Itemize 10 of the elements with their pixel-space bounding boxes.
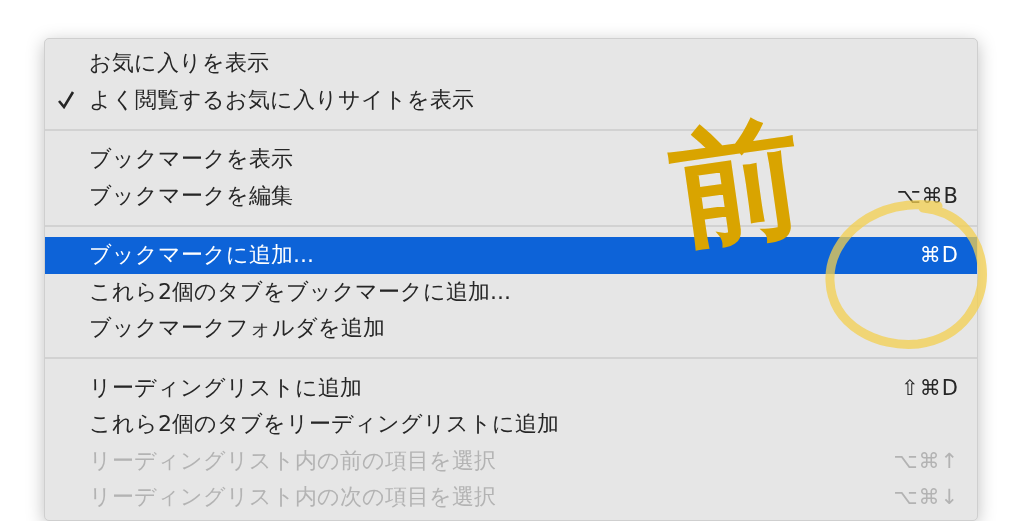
menu-item[interactable]: お気に入りを表示 — [45, 45, 977, 82]
menu-item[interactable]: これら2個のタブをリーディングリストに追加 — [45, 406, 977, 443]
menu-item[interactable]: ブックマークフォルダを追加 — [45, 310, 977, 347]
shortcut-label: ⌥⌘↑ — [893, 448, 959, 473]
shortcut-label: ⌘D — [919, 243, 959, 268]
shortcut-label: ⌥⌘↓ — [893, 485, 959, 510]
shortcut-label: ⌥⌘B — [896, 183, 959, 208]
menu-item[interactable]: リーディングリストに追加 ⇧⌘D — [45, 369, 977, 406]
shortcut-label: ⇧⌘D — [901, 375, 959, 400]
menu-item[interactable]: これら2個のタブをブックマークに追加... — [45, 273, 977, 310]
